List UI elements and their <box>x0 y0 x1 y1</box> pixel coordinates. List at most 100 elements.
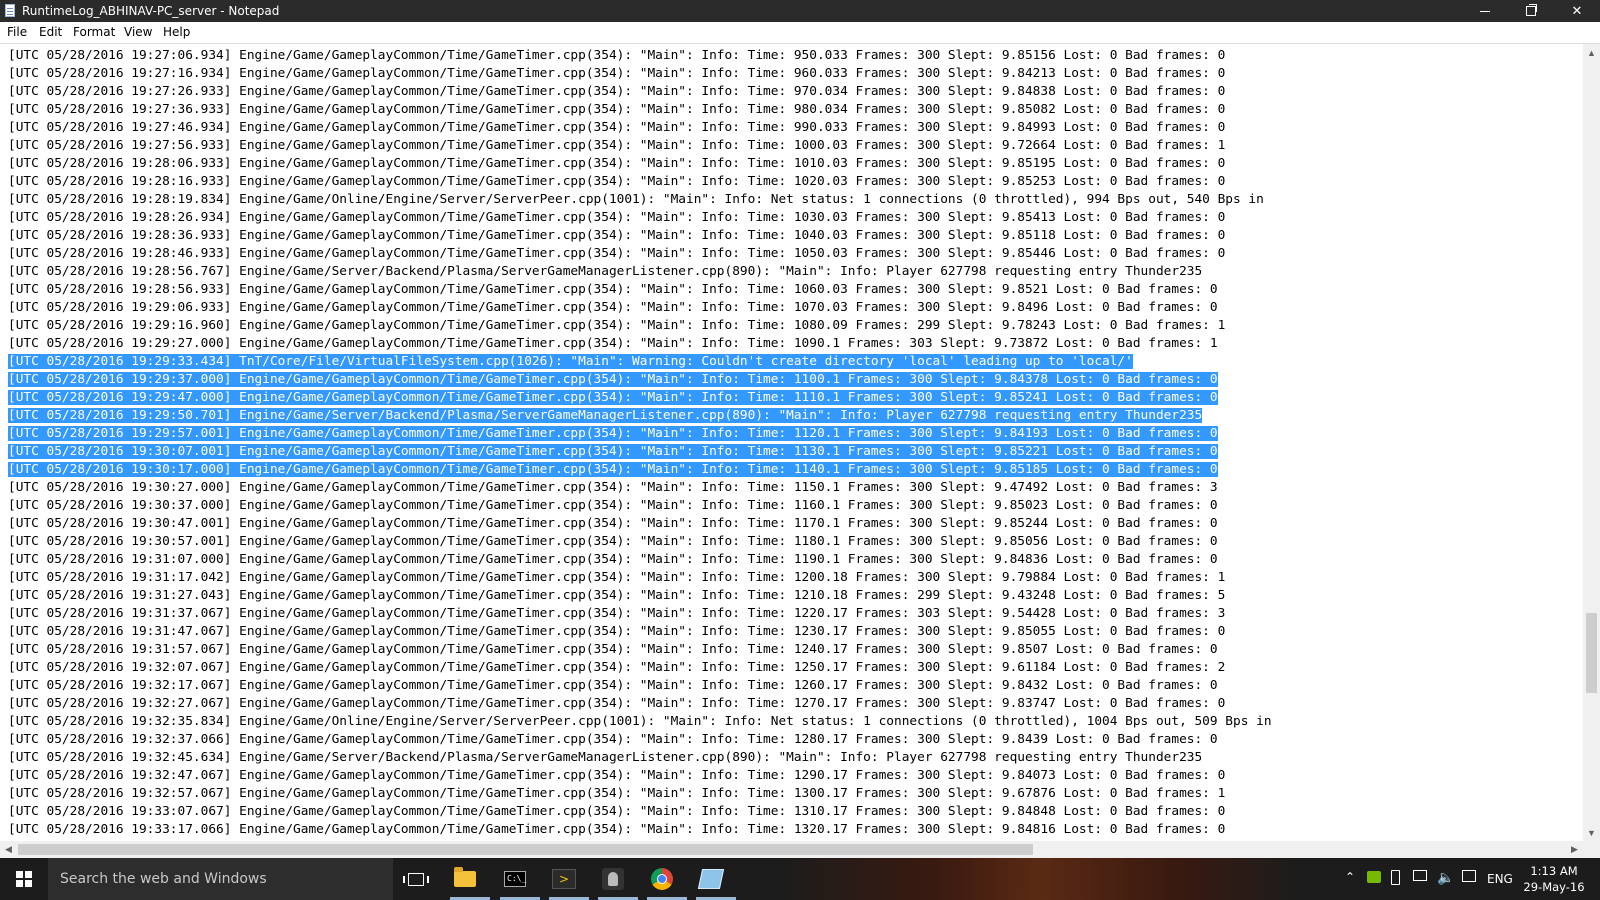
log-line-text: [UTC 05/28/2016 19:28:16.933] Engine/Gam… <box>8 174 1226 189</box>
log-line-text: [UTC 05/28/2016 19:27:46.934] Engine/Gam… <box>8 120 1226 135</box>
log-line-text-selected: [UTC 05/28/2016 19:29:50.701] Engine/Gam… <box>8 408 1203 423</box>
log-line: [UTC 05/28/2016 19:30:47.001] Engine/Gam… <box>8 515 1272 533</box>
scroll-right-icon[interactable]: ▶ <box>1566 841 1583 858</box>
menu-format[interactable]: Format <box>73 25 115 39</box>
log-line: [UTC 05/28/2016 19:29:06.933] Engine/Gam… <box>8 299 1272 317</box>
log-line-text: [UTC 05/28/2016 19:29:06.933] Engine/Gam… <box>8 300 1218 315</box>
log-line: [UTC 05/28/2016 19:30:57.001] Engine/Gam… <box>8 533 1272 551</box>
log-line: [UTC 05/28/2016 19:30:17.000] Engine/Gam… <box>8 461 1272 479</box>
scroll-down-icon[interactable]: ▼ <box>1583 824 1600 841</box>
nvidia-icon[interactable] <box>1367 871 1381 883</box>
log-line-text: [UTC 05/28/2016 19:30:57.001] Engine/Gam… <box>8 534 1218 549</box>
log-line-text: [UTC 05/28/2016 19:29:27.000] Engine/Gam… <box>8 336 1218 351</box>
action-center-icon[interactable] <box>1462 870 1476 882</box>
log-line-text-selected: [UTC 05/28/2016 19:29:37.000] Engine/Gam… <box>8 372 1218 387</box>
scroll-up-icon[interactable]: ▲ <box>1583 44 1600 61</box>
log-line-text-selected: [UTC 05/28/2016 19:30:07.001] Engine/Gam… <box>8 444 1218 459</box>
log-line: [UTC 05/28/2016 19:29:50.701] Engine/Gam… <box>8 407 1272 425</box>
network-icon[interactable] <box>1413 870 1427 881</box>
log-line-text: [UTC 05/28/2016 19:30:27.000] Engine/Gam… <box>8 480 1218 495</box>
log-line: [UTC 05/28/2016 19:29:47.000] Engine/Gam… <box>8 389 1272 407</box>
log-line-text: [UTC 05/28/2016 19:33:17.066] Engine/Gam… <box>8 822 1226 837</box>
log-line-text: [UTC 05/28/2016 19:32:07.067] Engine/Gam… <box>8 660 1226 675</box>
log-line: [UTC 05/28/2016 19:28:36.933] Engine/Gam… <box>8 227 1272 245</box>
log-line: [UTC 05/28/2016 19:32:07.067] Engine/Gam… <box>8 659 1272 677</box>
show-hidden-icons-icon[interactable]: ⌃ <box>1345 870 1355 884</box>
minimize-icon <box>1480 10 1490 12</box>
log-line: [UTC 05/28/2016 19:28:26.934] Engine/Gam… <box>8 209 1272 227</box>
scroll-left-icon[interactable]: ◀ <box>0 841 17 858</box>
close-icon: ✕ <box>1571 3 1583 19</box>
log-line: [UTC 05/28/2016 19:32:17.067] Engine/Gam… <box>8 677 1272 695</box>
log-line: [UTC 05/28/2016 19:28:56.767] Engine/Gam… <box>8 263 1272 281</box>
menu-file[interactable]: File <box>7 25 27 39</box>
clock-time: 1:13 AM <box>1530 864 1578 878</box>
restore-button[interactable] <box>1508 0 1554 22</box>
minimize-button[interactable] <box>1462 0 1508 22</box>
log-line-text: [UTC 05/28/2016 19:32:27.067] Engine/Gam… <box>8 696 1226 711</box>
log-line-text: [UTC 05/28/2016 19:28:46.933] Engine/Gam… <box>8 246 1226 261</box>
log-line-text-selected: [UTC 05/28/2016 19:29:33.434] TnT/Core/F… <box>8 354 1133 369</box>
task-view-icon[interactable] <box>401 864 431 894</box>
horizontal-scrollbar[interactable]: ◀ ▶ <box>0 841 1583 858</box>
chrome-icon[interactable] <box>647 864 677 894</box>
log-line-text: [UTC 05/28/2016 19:27:26.933] Engine/Gam… <box>8 84 1226 99</box>
notepad-app-icon[interactable] <box>5 4 15 17</box>
log-line: [UTC 05/28/2016 19:28:56.933] Engine/Gam… <box>8 281 1272 299</box>
log-line-text-selected: [UTC 05/28/2016 19:29:47.000] Engine/Gam… <box>8 390 1218 405</box>
file-explorer-icon[interactable] <box>450 864 480 894</box>
log-line-text: [UTC 05/28/2016 19:32:45.634] Engine/Gam… <box>8 750 1203 765</box>
log-line: [UTC 05/28/2016 19:29:37.000] Engine/Gam… <box>8 371 1272 389</box>
log-line-text: [UTC 05/28/2016 19:31:27.043] Engine/Gam… <box>8 588 1226 603</box>
taskbar: Search the web and Windows C:\_ > ⌃ 🔈 EN… <box>0 858 1600 900</box>
log-line-text: [UTC 05/28/2016 19:29:16.960] Engine/Gam… <box>8 318 1226 333</box>
start-button[interactable] <box>0 858 48 900</box>
log-line-text: [UTC 05/28/2016 19:28:56.767] Engine/Gam… <box>8 264 1203 279</box>
log-line-text: [UTC 05/28/2016 19:28:19.834] Engine/Gam… <box>8 192 1264 207</box>
log-line: [UTC 05/28/2016 19:32:57.067] Engine/Gam… <box>8 785 1272 803</box>
log-line: [UTC 05/28/2016 19:29:16.960] Engine/Gam… <box>8 317 1272 335</box>
horizontal-scroll-thumb[interactable] <box>18 844 1033 855</box>
clock[interactable]: 1:13 AM 29-May-16 <box>1518 863 1590 895</box>
log-line: [UTC 05/28/2016 19:30:37.000] Engine/Gam… <box>8 497 1272 515</box>
log-line: [UTC 05/28/2016 19:31:37.067] Engine/Gam… <box>8 605 1272 623</box>
log-line: [UTC 05/28/2016 19:32:45.634] Engine/Gam… <box>8 749 1272 767</box>
game-icon[interactable] <box>598 864 628 894</box>
battery-icon[interactable] <box>1391 870 1400 885</box>
log-line-text: [UTC 05/28/2016 19:31:07.000] Engine/Gam… <box>8 552 1218 567</box>
powershell-icon[interactable]: > <box>549 864 579 894</box>
log-line: [UTC 05/28/2016 19:29:33.434] TnT/Core/F… <box>8 353 1272 371</box>
menu-edit[interactable]: Edit <box>39 25 62 39</box>
notepad-icon[interactable] <box>696 864 726 894</box>
log-line: [UTC 05/28/2016 19:27:46.934] Engine/Gam… <box>8 119 1272 137</box>
log-lines: [UTC 05/28/2016 19:27:06.934] Engine/Gam… <box>8 47 1272 839</box>
language-indicator[interactable]: ENG <box>1487 872 1513 886</box>
log-line-text: [UTC 05/28/2016 19:28:36.933] Engine/Gam… <box>8 228 1226 243</box>
log-line: [UTC 05/28/2016 19:27:26.933] Engine/Gam… <box>8 83 1272 101</box>
menu-help[interactable]: Help <box>163 25 190 39</box>
search-box[interactable]: Search the web and Windows <box>48 858 393 900</box>
command-prompt-icon[interactable]: C:\_ <box>500 864 530 894</box>
log-line: [UTC 05/28/2016 19:33:07.067] Engine/Gam… <box>8 803 1272 821</box>
text-editor[interactable]: [UTC 05/28/2016 19:27:06.934] Engine/Gam… <box>0 44 1583 841</box>
log-line: [UTC 05/28/2016 19:30:07.001] Engine/Gam… <box>8 443 1272 461</box>
log-line-text: [UTC 05/28/2016 19:31:47.067] Engine/Gam… <box>8 624 1226 639</box>
log-line-text: [UTC 05/28/2016 19:33:07.067] Engine/Gam… <box>8 804 1226 819</box>
log-line: [UTC 05/28/2016 19:31:17.042] Engine/Gam… <box>8 569 1272 587</box>
log-line-text-selected: [UTC 05/28/2016 19:29:57.001] Engine/Gam… <box>8 426 1218 441</box>
log-line: [UTC 05/28/2016 19:29:27.000] Engine/Gam… <box>8 335 1272 353</box>
log-line: [UTC 05/28/2016 19:32:37.066] Engine/Gam… <box>8 731 1272 749</box>
log-line-text: [UTC 05/28/2016 19:27:56.933] Engine/Gam… <box>8 138 1226 153</box>
menu-bar: File Edit Format View Help <box>0 22 1600 44</box>
vertical-scrollbar[interactable]: ▲ ▼ <box>1583 44 1600 841</box>
log-line: [UTC 05/28/2016 19:31:27.043] Engine/Gam… <box>8 587 1272 605</box>
vertical-scroll-thumb[interactable] <box>1586 613 1597 693</box>
menu-view[interactable]: View <box>124 25 152 39</box>
window-title: RuntimeLog_ABHINAV-PC_server - Notepad <box>22 4 280 18</box>
close-button[interactable]: ✕ <box>1554 0 1600 22</box>
restore-icon <box>1526 4 1537 16</box>
volume-icon[interactable]: 🔈 <box>1437 870 1454 886</box>
log-line: [UTC 05/28/2016 19:28:16.933] Engine/Gam… <box>8 173 1272 191</box>
log-line-text: [UTC 05/28/2016 19:32:57.067] Engine/Gam… <box>8 786 1226 801</box>
log-line: [UTC 05/28/2016 19:28:19.834] Engine/Gam… <box>8 191 1272 209</box>
